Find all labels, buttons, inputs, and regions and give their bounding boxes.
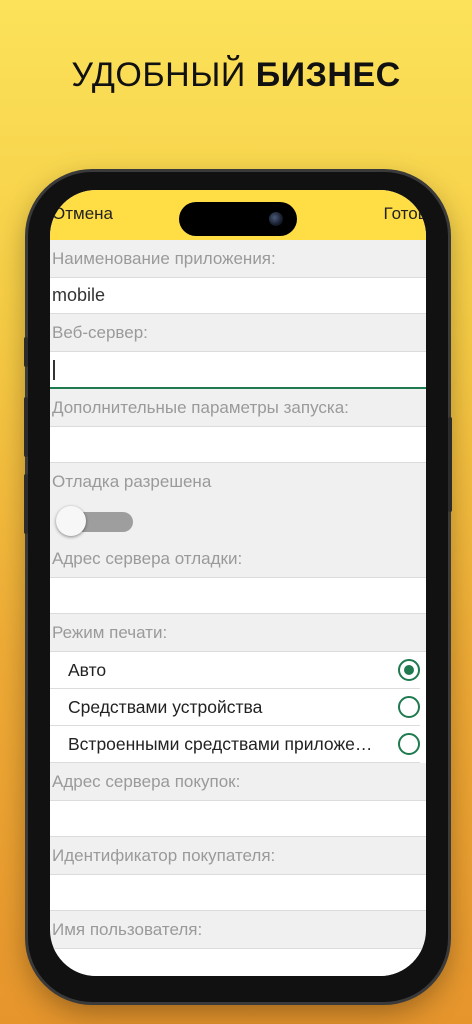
app-name-label: Наименование приложения:: [52, 249, 276, 268]
username-input[interactable]: [50, 948, 426, 976]
radio-unchecked-icon[interactable]: [398, 733, 420, 755]
action-button: [24, 337, 28, 367]
radio-option-label: Авто: [68, 660, 107, 680]
phone-frame: Отмена Готово Наименование приложения: m…: [24, 172, 452, 1002]
radio-option-label: Средствами устройства: [68, 697, 263, 717]
print-mode-option-device[interactable]: Средствами устройства: [50, 689, 420, 726]
radio-option-label: Встроенными средствами приложения: [68, 734, 378, 754]
launch-params-input[interactable]: [50, 426, 426, 463]
radio-unchecked-icon[interactable]: [398, 696, 420, 718]
volume-down-button: [24, 474, 28, 534]
buyer-id-label: Идентификатор покупателя:: [52, 846, 276, 865]
launch-params-label: Дополнительные параметры запуска:: [52, 398, 349, 417]
buyer-id-input[interactable]: [50, 874, 426, 911]
radio-checked-icon[interactable]: [398, 659, 420, 681]
debug-server-label: Адрес сервера отладки:: [52, 549, 243, 568]
power-button: [448, 417, 452, 512]
headline-regular: УДОБНЫЙ: [71, 56, 246, 94]
username-label: Имя пользователя:: [52, 920, 203, 939]
cancel-button[interactable]: Отмена: [52, 204, 113, 224]
print-mode-radio-group: Авто Средствами устройства Встроенными с…: [50, 651, 426, 763]
print-mode-option-builtin[interactable]: Встроенными средствами приложения: [50, 726, 420, 763]
navigation-bar: Отмена Готово: [50, 190, 426, 240]
text-cursor: [53, 360, 55, 380]
print-mode-label: Режим печати:: [52, 623, 168, 642]
web-server-label: Веб-сервер:: [52, 323, 148, 342]
debug-allowed-label: Отладка разрешена: [52, 472, 212, 491]
web-server-input[interactable]: [50, 351, 426, 389]
dynamic-island: [179, 202, 297, 236]
volume-up-button: [24, 397, 28, 457]
camera-icon: [269, 212, 283, 226]
settings-form: Наименование приложения: mobile Веб-серв…: [50, 240, 426, 976]
purchase-server-label: Адрес сервера покупок:: [52, 772, 241, 791]
print-mode-option-auto[interactable]: Авто: [50, 652, 420, 689]
done-button[interactable]: Готово: [384, 204, 427, 224]
promo-headline: УДОБНЫЙ БИЗНЕС: [0, 56, 472, 95]
debug-server-input[interactable]: [50, 577, 426, 614]
toggle-knob: [56, 506, 86, 536]
debug-allowed-toggle[interactable]: [50, 500, 426, 540]
headline-bold: БИЗНЕС: [255, 56, 401, 94]
purchase-server-input[interactable]: [50, 800, 426, 837]
app-name-input[interactable]: mobile: [50, 277, 426, 314]
phone-screen: Отмена Готово Наименование приложения: m…: [50, 190, 426, 976]
